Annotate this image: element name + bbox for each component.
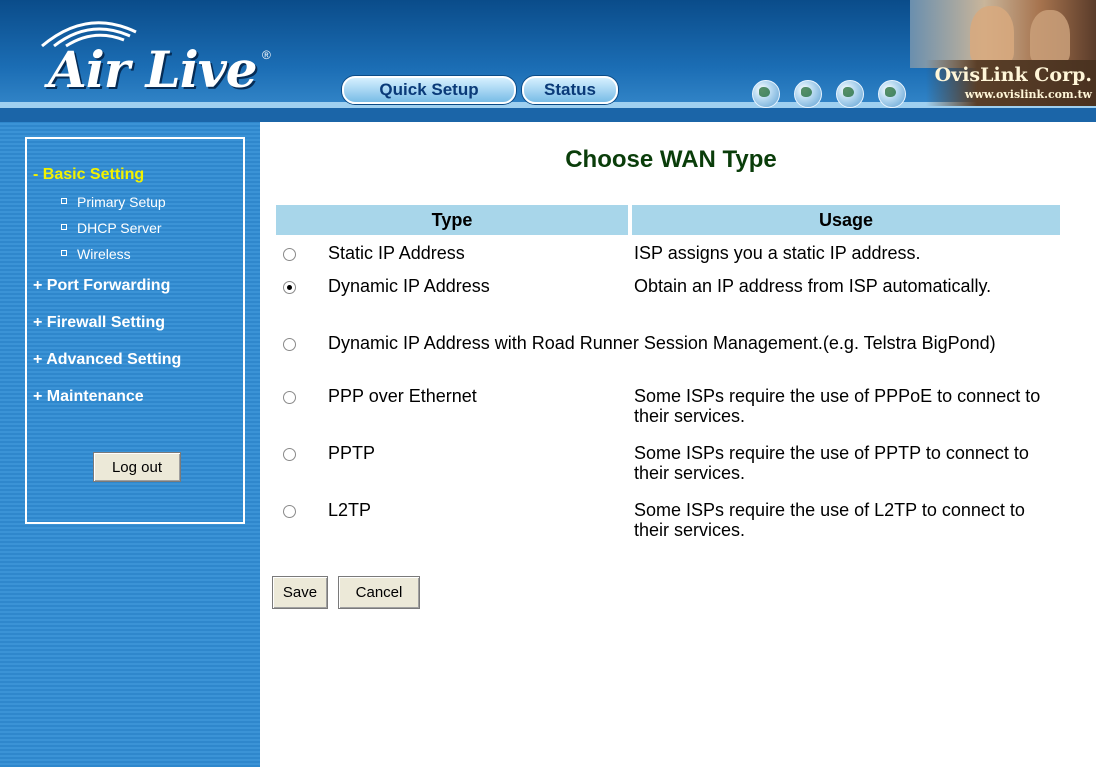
menu-advanced-setting[interactable]: + Advanced Setting bbox=[33, 341, 243, 378]
menu-port-forwarding[interactable]: + Port Forwarding bbox=[33, 267, 243, 304]
menu-list: - Basic Setting Primary Setup DHCP Serve… bbox=[33, 161, 243, 415]
sidebar: - Basic Setting Primary Setup DHCP Serve… bbox=[0, 122, 260, 767]
wan-type-radio[interactable] bbox=[283, 248, 296, 261]
wan-usage-text: Some ISPs require the use of PPPoE to co… bbox=[634, 386, 1041, 426]
header-photo bbox=[910, 0, 1096, 68]
wan-option-row: Dynamic IP Address with Road Runner Sess… bbox=[276, 333, 1060, 375]
menu-label: Primary Setup bbox=[77, 194, 166, 210]
header-banner: Air Live ® Quick Setup Status OvisLink C… bbox=[0, 0, 1096, 122]
wan-option-row: PPP over Ethernet Some ISPs require the … bbox=[276, 386, 1060, 428]
language-globes bbox=[752, 80, 906, 108]
globe-icon[interactable] bbox=[752, 80, 780, 108]
menu-panel: - Basic Setting Primary Setup DHCP Serve… bbox=[25, 137, 245, 524]
menu-label: Wireless bbox=[77, 246, 131, 262]
menu-wireless[interactable]: Wireless bbox=[33, 241, 243, 267]
square-bullet-icon bbox=[61, 224, 67, 230]
wan-option-row: Dynamic IP Address Obtain an IP address … bbox=[276, 276, 1060, 318]
square-bullet-icon bbox=[61, 250, 67, 256]
wan-option-row: PPTP Some ISPs require the use of PPTP t… bbox=[276, 443, 1060, 485]
square-bullet-icon bbox=[61, 198, 67, 204]
corp-url: www.ovislink.com.tw bbox=[964, 88, 1092, 101]
header-stripe-dark bbox=[0, 108, 1096, 122]
status-button[interactable]: Status bbox=[522, 76, 618, 104]
registered-mark: ® bbox=[262, 48, 271, 62]
airlive-logo: Air Live ® bbox=[22, 12, 282, 99]
logo-text: Air Live bbox=[48, 40, 258, 99]
wan-option-row: Static IP Address ISP assigns you a stat… bbox=[276, 243, 1060, 265]
logout-button[interactable]: Log out bbox=[93, 452, 181, 482]
wan-option-row: L2TP Some ISPs require the use of L2TP t… bbox=[276, 500, 1060, 542]
wan-type-radio[interactable] bbox=[283, 391, 296, 404]
wan-usage-text: ISP assigns you a static IP address. bbox=[634, 243, 921, 263]
wan-type-label: PPP over Ethernet bbox=[328, 386, 477, 406]
wan-usage-text: Obtain an IP address from ISP automatica… bbox=[634, 276, 992, 296]
wan-type-radio[interactable] bbox=[283, 505, 296, 518]
save-button[interactable]: Save bbox=[272, 576, 328, 609]
quick-setup-button[interactable]: Quick Setup bbox=[342, 76, 516, 104]
menu-basic-setting[interactable]: - Basic Setting bbox=[33, 161, 243, 189]
wan-type-label: Static IP Address bbox=[328, 243, 465, 263]
globe-icon[interactable] bbox=[878, 80, 906, 108]
wan-usage-text: Some ISPs require the use of L2TP to con… bbox=[634, 500, 1025, 540]
menu-primary-setup[interactable]: Primary Setup bbox=[33, 189, 243, 215]
wan-type-label: Dynamic IP Address with Road Runner Sess… bbox=[328, 333, 996, 353]
cancel-button[interactable]: Cancel bbox=[338, 576, 420, 609]
menu-dhcp-server[interactable]: DHCP Server bbox=[33, 215, 243, 241]
wan-type-label: PPTP bbox=[328, 443, 376, 463]
wan-type-radio[interactable] bbox=[283, 448, 296, 461]
wan-usage-text: Some ISPs require the use of PPTP to con… bbox=[634, 443, 1029, 483]
column-header-usage: Usage bbox=[632, 205, 1060, 235]
globe-icon[interactable] bbox=[836, 80, 864, 108]
menu-label: DHCP Server bbox=[77, 220, 162, 236]
menu-firewall-setting[interactable]: + Firewall Setting bbox=[33, 304, 243, 341]
wan-type-radio[interactable] bbox=[283, 338, 296, 351]
menu-maintenance[interactable]: + Maintenance bbox=[33, 378, 243, 415]
corp-name: OvisLink Corp. bbox=[934, 64, 1092, 86]
column-header-type: Type bbox=[276, 205, 628, 235]
globe-icon[interactable] bbox=[794, 80, 822, 108]
wan-type-radio[interactable] bbox=[283, 281, 296, 294]
page-title: Choose WAN Type bbox=[565, 146, 777, 173]
wan-type-label: Dynamic IP Address bbox=[328, 276, 490, 296]
wan-type-label: L2TP bbox=[328, 500, 372, 520]
ovislink-logo: OvisLink Corp. www.ovislink.com.tw bbox=[926, 60, 1096, 106]
